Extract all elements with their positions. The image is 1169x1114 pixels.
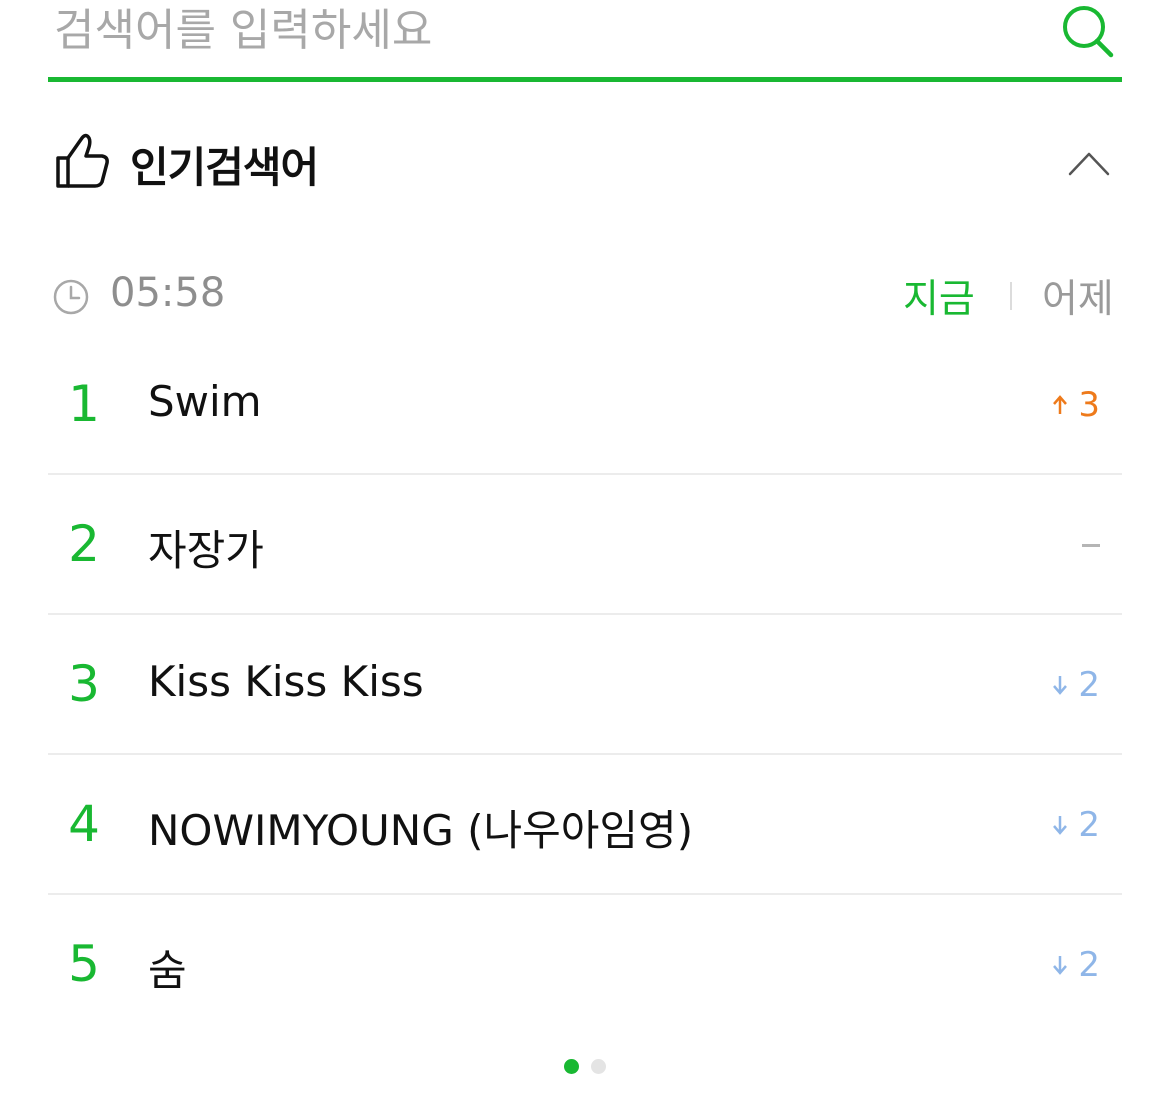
rank-change-down: 2 xyxy=(1052,945,1100,985)
section-title: 인기검색어 xyxy=(130,143,319,192)
collapse-button[interactable] xyxy=(1066,148,1112,178)
ranking-item[interactable]: 5 숨 2 xyxy=(48,895,1122,1035)
arrow-up-icon xyxy=(1053,395,1068,414)
search-bar xyxy=(48,0,1122,82)
ranking-item[interactable]: 1 Swim 3 xyxy=(48,335,1122,475)
clock-icon xyxy=(53,279,89,315)
rank-number: 3 xyxy=(68,655,100,713)
rank-change-value: 2 xyxy=(1078,945,1100,985)
tab-yesterday[interactable]: 어제 xyxy=(1042,268,1114,324)
rank-change-down: 2 xyxy=(1052,665,1100,705)
arrow-down-icon xyxy=(1053,956,1068,975)
rank-number: 4 xyxy=(68,795,100,853)
rank-keyword: NOWIMYOUNG (나우아임영) xyxy=(148,806,694,855)
rank-keyword: 자장가 xyxy=(148,526,264,575)
thumbs-up-icon xyxy=(56,133,109,188)
tab-now[interactable]: 지금 xyxy=(903,268,975,324)
rank-number: 5 xyxy=(68,935,100,993)
rank-change-value: 3 xyxy=(1078,385,1100,425)
rank-change-same xyxy=(1082,525,1100,565)
rank-change-up: 3 xyxy=(1052,385,1100,425)
popular-keywords-header: 인기검색어 xyxy=(48,120,1122,200)
ranking-item[interactable]: 2 자장가 xyxy=(48,475,1122,615)
rank-number: 1 xyxy=(68,375,100,433)
page-indicator xyxy=(562,1059,610,1075)
ranking-item[interactable]: 4 NOWIMYOUNG (나우아임영) 2 xyxy=(48,755,1122,895)
rank-keyword: Swim xyxy=(148,377,262,426)
rank-number: 2 xyxy=(68,515,100,573)
ranking-list: 1 Swim 3 2 자장가 3 Kiss Kiss Kiss 2 4 NOWI… xyxy=(48,335,1122,1035)
chevron-up-icon xyxy=(1068,152,1110,176)
rank-keyword: 숨 xyxy=(148,946,187,995)
arrow-down-icon xyxy=(1053,816,1068,835)
rank-change-down: 2 xyxy=(1052,805,1100,845)
ranking-time: 05:58 xyxy=(110,270,226,316)
search-button[interactable] xyxy=(1060,4,1116,58)
no-change-dash xyxy=(1082,543,1100,547)
rank-keyword: Kiss Kiss Kiss xyxy=(148,657,424,706)
rank-change-value: 2 xyxy=(1078,805,1100,845)
page-dot-inactive[interactable] xyxy=(591,1059,606,1074)
search-input[interactable] xyxy=(54,0,1014,60)
tab-divider xyxy=(1010,282,1012,310)
ranking-item[interactable]: 3 Kiss Kiss Kiss 2 xyxy=(48,615,1122,755)
rank-change-value: 2 xyxy=(1078,665,1100,705)
page-dot-active[interactable] xyxy=(564,1059,579,1074)
arrow-down-icon xyxy=(1053,676,1068,695)
search-icon xyxy=(1063,6,1114,58)
ranking-time-row: 05:58 지금 어제 xyxy=(48,262,1122,328)
